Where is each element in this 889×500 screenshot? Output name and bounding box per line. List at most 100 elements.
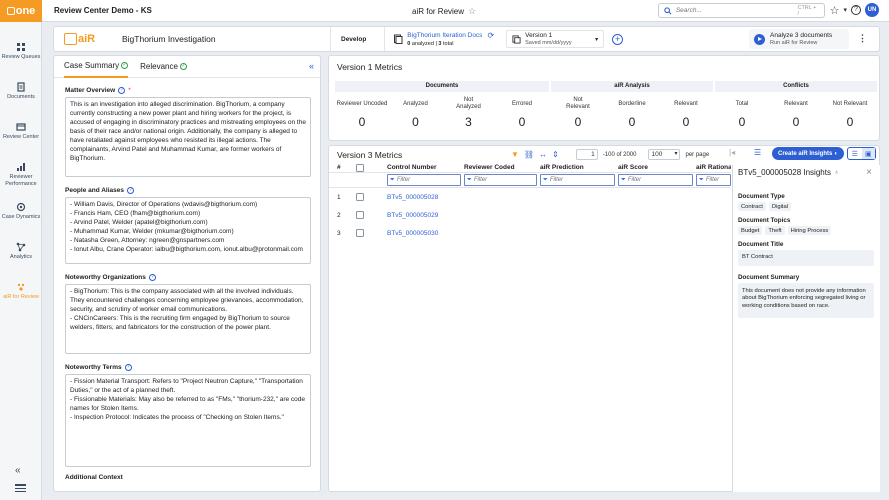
help-icon[interactable]: ? [124,364,132,371]
help-icon[interactable]: ? [118,87,126,94]
help-icon[interactable]: ? [851,5,861,15]
metric-relevant[interactable]: Relevant 0 [659,92,713,129]
table-row[interactable]: 2 BTv5_000005029 [329,206,731,224]
project-header: aiR BigThorium Investigation Develop Big… [53,26,880,52]
metric-conflicts-relevant[interactable]: Relevant 0 [769,92,823,129]
metric-not-analyzed[interactable]: Not Analyzed 3 [442,92,495,129]
document-summary-label: Document Summary [738,273,800,281]
air-logo-box-icon [64,33,77,45]
sidebar-item-case-dynamics[interactable]: Case Dynamics [0,198,42,238]
list-view-icon[interactable]: ☰ [848,148,862,159]
first-page-icon[interactable]: |◂ [729,148,735,157]
project-name: BigThorium Investigation [122,34,216,44]
column-header-control-number[interactable]: Control Number [387,164,464,171]
filter-reviewer-coded[interactable]: ⏷ Filter [464,174,537,186]
table-row[interactable]: 3 BTv5_000005030 [329,224,731,242]
search-input[interactable] [675,7,794,14]
select-all-checkbox[interactable] [356,163,364,172]
documents-icon [17,82,25,92]
app-logo[interactable]: one [0,0,42,22]
sidebar-item-analytics[interactable]: Analytics [0,238,42,278]
help-icon[interactable]: ? [127,187,135,194]
list-icon[interactable]: ☰ [754,148,761,157]
view-toggle[interactable]: ☰ ▣ [847,147,876,160]
version-selector[interactable]: Version 1 Saved mm/dd/yyyy ▾ [506,30,605,48]
user-avatar[interactable]: UN [865,3,879,17]
column-header-number[interactable]: # [329,164,356,171]
workspace-title[interactable]: Review Center Demo - KS [54,6,152,15]
sidebar-item-review-queues[interactable]: Review Queues [0,38,42,78]
chevron-down-icon: ▾ [595,36,599,43]
sidebar-item-reviewer-performance[interactable]: Reviewer Performance [0,158,42,198]
column-header-air-rationale[interactable]: aiR Rationale [696,164,731,171]
grid-header: # Control Number Reviewer Coded aiR Pred… [329,163,731,173]
analyze-button[interactable]: Analyze 3 documents Run aiR for Review [749,29,849,49]
metric-conflicts-not-relevant[interactable]: Not Relevant 0 [823,92,877,129]
noteworthy-organizations-label: Noteworthy Organizations ? [65,274,320,281]
per-page-label: per page [685,151,710,158]
insights-panel: BTv5_000005028 Insights ♁ × Document Typ… [732,165,880,492]
filter-air-rationale[interactable]: ⏷ Filter [696,174,731,186]
table-row[interactable]: 1 BTv5_000005028 [329,188,731,206]
column-header-air-score[interactable]: aiR Score [618,164,696,171]
search-box[interactable]: CTRL + / [658,3,825,18]
collapse-sidebar-icon[interactable]: « [15,465,21,476]
sort-icon[interactable]: ⇕ [552,150,559,159]
create-air-insights-button[interactable]: Create aiR Insights ◐ [772,147,844,160]
top-bar: one Review Center Demo - KS aiR for Revi… [0,0,889,22]
metric-analyzed[interactable]: Analyzed 0 [389,92,442,129]
metric-not-relevant[interactable]: Not Relevant 0 [551,92,605,129]
close-icon[interactable]: × [866,167,872,178]
noteworthy-organizations-field[interactable]: - BigThorium: This is the company associ… [65,284,311,354]
row-checkbox[interactable] [356,229,364,237]
filter-air-prediction[interactable]: ⏷ Filter [540,174,615,186]
metric-errored[interactable]: Errored 0 [495,92,549,129]
tab-case-summary[interactable]: Case Summary ✓ [64,56,129,78]
row-checkbox[interactable] [356,193,364,201]
column-header-reviewer-coded[interactable]: Reviewer Coded [464,164,540,171]
sidebar-item-review-center[interactable]: Review Center [0,118,42,158]
metric-conflicts-total[interactable]: Total 0 [715,92,769,129]
funnel-icon: ⏷ [390,176,395,183]
menu-icon[interactable] [15,482,26,494]
filter-icon[interactable]: ▼ [511,150,519,159]
chip: Budget [738,226,763,235]
sidebar-item-air-for-review[interactable]: aiR for Review [0,278,42,318]
check-circle-icon: ✓ [179,63,187,70]
control-number-link[interactable]: BTv5_000005028 [387,194,464,201]
column-header-air-prediction[interactable]: aiR Prediction [540,164,618,171]
air-analysis-metrics-group: aiR Analysis Not Relevant 0 Borderline 0 R… [551,81,713,137]
split-view-icon[interactable]: ▣ [861,148,875,159]
docs-name[interactable]: BigThorium Iteration Docs [407,32,482,39]
chip: Theft [765,226,785,235]
people-aliases-field[interactable]: - William Davis, Director of Operations … [65,197,311,264]
collapse-panel-icon[interactable]: « [309,61,314,71]
sidebar-item-documents[interactable]: Documents [0,78,42,118]
filter-air-score[interactable]: ⏷ Filter [618,174,693,186]
help-icon[interactable]: ? [148,274,156,281]
add-version-icon[interactable]: + [612,33,624,45]
check-circle-icon: ✓ [121,62,129,69]
docs-selector[interactable]: BigThorium Iteration Docs ⟳ 0 analyzed |… [384,27,494,51]
favorite-star-icon[interactable]: ☆ [468,6,476,17]
filter-control-number[interactable]: ⏷ Filter [387,174,461,186]
per-page-select[interactable]: 100 [648,149,681,160]
row-checkbox[interactable] [356,211,364,219]
favorites-star-icon[interactable]: ☆ [830,4,840,17]
metric-borderline[interactable]: Borderline 0 [605,92,659,129]
control-number-link[interactable]: BTv5_000005029 [387,212,464,219]
more-options-icon[interactable]: ⋮ [858,33,867,44]
metric-reviewer-uncoded[interactable]: Reviewer Uncoded 0 [335,92,389,129]
version-icon [512,34,521,44]
fit-columns-icon[interactable]: ↔ [539,150,547,159]
page-number-input[interactable]: 1 [575,149,598,160]
page-title: aiR for Review ☆ [412,6,477,17]
refresh-icon[interactable]: ⟳ [487,31,494,40]
chevron-down-icon[interactable]: ▾ [843,6,847,14]
matter-overview-field[interactable]: This is an investigation into alleged di… [65,97,311,177]
noteworthy-terms-field[interactable]: - Fission Material Transport: Refers to … [65,374,311,467]
document-set-icon [394,34,403,44]
tab-relevance[interactable]: Relevance ✓ [140,56,187,78]
link-icon[interactable]: ⛓ [524,150,534,159]
control-number-link[interactable]: BTv5_000005030 [387,230,464,237]
